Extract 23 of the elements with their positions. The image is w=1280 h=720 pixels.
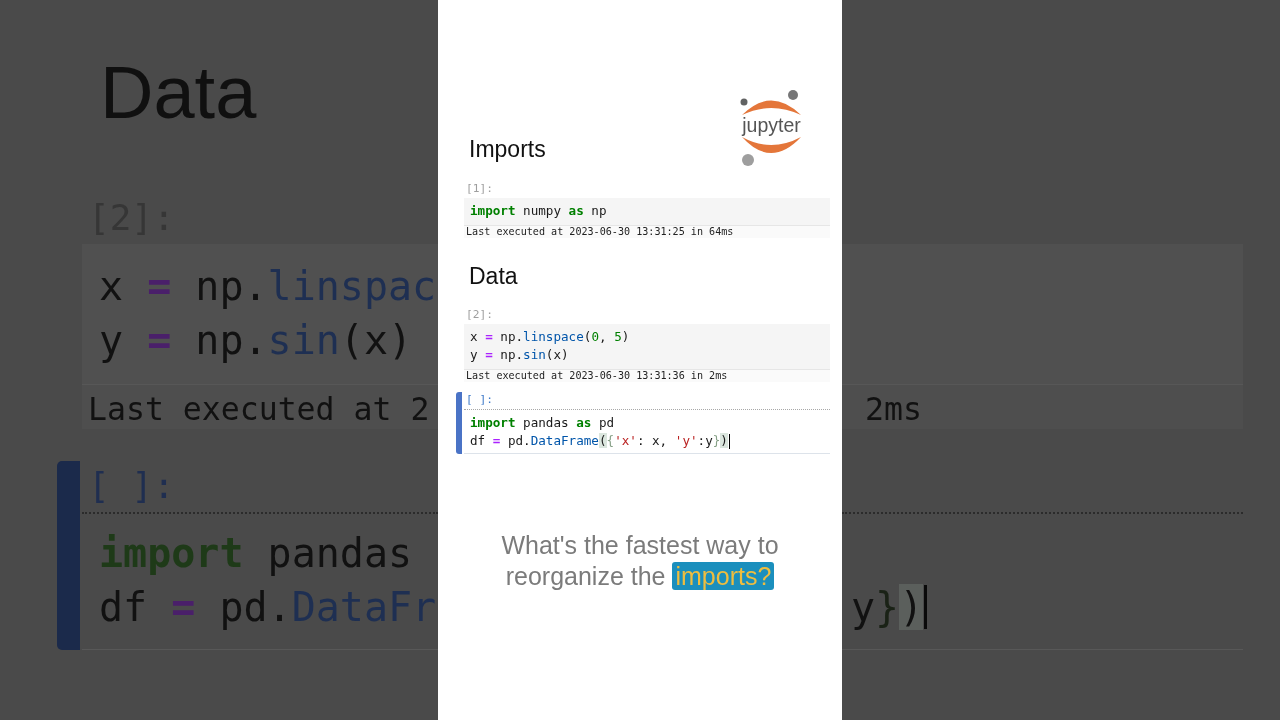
caption-text: What's the fastest way to reorganize the imports? bbox=[500, 530, 780, 592]
section-heading: Data bbox=[100, 55, 257, 131]
code-line: y}) bbox=[851, 583, 924, 632]
code-line: x = np.linspace(0, 5) bbox=[470, 328, 630, 346]
section-heading: Data bbox=[469, 265, 518, 288]
code-line: df = pd.DataFrame({'x': x, 'y':y}) bbox=[470, 432, 728, 450]
cell-prompt: [ ]: bbox=[466, 393, 493, 406]
cell-prompt: [ ]: bbox=[88, 465, 175, 506]
cell-prompt: [2]: bbox=[466, 308, 493, 321]
section-heading: Imports bbox=[469, 138, 546, 161]
code-cell[interactable]: import numpy as np bbox=[464, 198, 830, 225]
code-line: import pandas as pd bbox=[470, 414, 615, 432]
code-cell[interactable]: import pandas as pd df = pd.DataFrame({'x': x, 'y':y}) bbox=[464, 409, 830, 454]
code-line: import numpy as np bbox=[470, 202, 607, 220]
code-cell[interactable]: x = np.linspace(0, 5) y = np.sin(x) bbox=[464, 324, 830, 369]
execution-time-text: 2ms bbox=[865, 391, 922, 427]
execution-time-text: Last executed at 2 bbox=[88, 391, 430, 427]
cell-prompt: [1]: bbox=[466, 182, 493, 195]
code-line: y = np.sin(x) bbox=[470, 346, 569, 364]
code-cell[interactable] bbox=[842, 244, 1243, 384]
logo: jupyter bbox=[738, 88, 805, 168]
execution-time-text: Last executed at 2023-06-30 13:31:36 in 2ms bbox=[466, 370, 728, 381]
execution-time-text: Last executed at 2023-06-30 13:31:25 in 64ms bbox=[466, 226, 734, 237]
